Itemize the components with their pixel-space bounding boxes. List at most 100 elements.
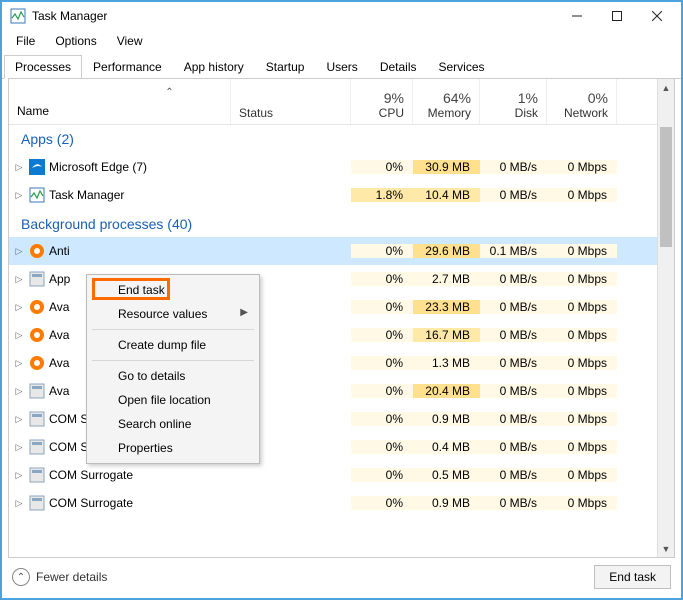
group-header: Background processes (40) — [13, 210, 198, 238]
window-title: Task Manager — [32, 9, 557, 23]
cpu-cell: 0% — [351, 496, 413, 510]
expander-icon[interactable]: ▷ — [13, 274, 25, 285]
process-icon — [29, 495, 45, 511]
network-cell: 0 Mbps — [547, 412, 617, 426]
tab-processes[interactable]: Processes — [4, 55, 82, 79]
menu-file[interactable]: File — [6, 32, 45, 50]
minimize-button[interactable] — [557, 2, 597, 30]
network-cell: 0 Mbps — [547, 188, 617, 202]
process-icon — [29, 411, 45, 427]
tab-app-history[interactable]: App history — [173, 55, 255, 79]
memory-cell: 20.4 MB — [413, 384, 480, 398]
network-cell: 0 Mbps — [547, 328, 617, 342]
expander-icon[interactable]: ▷ — [13, 358, 25, 369]
network-cell: 0 Mbps — [547, 440, 617, 454]
chevron-right-icon: ▶ — [240, 307, 248, 318]
column-memory[interactable]: 64% Memory — [413, 79, 480, 124]
cpu-cell: 0% — [351, 328, 413, 342]
close-button[interactable] — [637, 2, 677, 30]
process-row[interactable]: ▷COM Surrogate0%0.5 MB0 MB/s0 Mbps — [9, 461, 657, 489]
ctx-separator — [92, 329, 254, 330]
network-cell: 0 Mbps — [547, 356, 617, 370]
disk-cell: 0 MB/s — [480, 440, 547, 454]
process-name: App — [49, 272, 70, 286]
ctx-open-location[interactable]: Open file location — [90, 388, 256, 412]
column-network[interactable]: 0% Network — [547, 79, 617, 124]
process-icon — [29, 299, 45, 315]
expander-icon[interactable]: ▷ — [13, 414, 25, 425]
cpu-cell: 0% — [351, 440, 413, 454]
column-status[interactable]: Status — [231, 79, 351, 124]
process-row[interactable]: ▷Microsoft Edge (7)0%30.9 MB0 MB/s0 Mbps — [9, 153, 657, 181]
process-icon — [29, 159, 45, 175]
menubar: File Options View — [2, 30, 681, 52]
cpu-cell: 0% — [351, 272, 413, 286]
cpu-cell: 0% — [351, 384, 413, 398]
disk-cell: 0 MB/s — [480, 496, 547, 510]
memory-cell: 1.3 MB — [413, 356, 480, 370]
column-name[interactable]: ⌃ Name — [9, 79, 231, 124]
ctx-properties[interactable]: Properties — [90, 436, 256, 460]
menu-options[interactable]: Options — [45, 32, 106, 50]
cpu-cell: 0% — [351, 468, 413, 482]
column-cpu[interactable]: 9% CPU — [351, 79, 413, 124]
disk-cell: 0 MB/s — [480, 300, 547, 314]
cpu-cell: 1.8% — [351, 188, 413, 202]
tab-performance[interactable]: Performance — [82, 55, 173, 79]
network-cell: 0 Mbps — [547, 468, 617, 482]
process-icon — [29, 187, 45, 203]
process-row[interactable]: ▷Task Manager1.8%10.4 MB0 MB/s0 Mbps — [9, 181, 657, 209]
footer: ⌃ Fewer details End task — [8, 562, 675, 592]
memory-cell: 29.6 MB — [413, 244, 480, 258]
expander-icon[interactable]: ▷ — [13, 470, 25, 481]
process-row[interactable]: ▷COM Surrogate0%0.9 MB0 MB/s0 Mbps — [9, 489, 657, 517]
ctx-end-task[interactable]: End task — [90, 278, 256, 302]
expander-icon[interactable]: ▷ — [13, 246, 25, 257]
process-name: Ava — [49, 300, 69, 314]
expander-icon[interactable]: ▷ — [13, 386, 25, 397]
ctx-resource-values[interactable]: Resource values ▶ — [90, 302, 256, 326]
memory-cell: 16.7 MB — [413, 328, 480, 342]
process-icon — [29, 467, 45, 483]
memory-cell: 0.9 MB — [413, 496, 480, 510]
disk-cell: 0 MB/s — [480, 356, 547, 370]
end-task-button[interactable]: End task — [594, 565, 671, 589]
process-name: Microsoft Edge (7) — [49, 160, 147, 174]
process-icon — [29, 439, 45, 455]
expander-icon[interactable]: ▷ — [13, 330, 25, 341]
tab-services[interactable]: Services — [428, 55, 496, 79]
chevron-up-icon: ⌃ — [12, 568, 30, 586]
menu-view[interactable]: View — [107, 32, 153, 50]
tab-details[interactable]: Details — [369, 55, 428, 79]
column-disk[interactable]: 1% Disk — [480, 79, 547, 124]
memory-cell: 23.3 MB — [413, 300, 480, 314]
expander-icon[interactable]: ▷ — [13, 302, 25, 313]
fewer-details-button[interactable]: ⌃ Fewer details — [8, 568, 107, 586]
expander-icon[interactable]: ▷ — [13, 498, 25, 509]
tab-users[interactable]: Users — [315, 55, 368, 79]
expander-icon[interactable]: ▷ — [13, 190, 25, 201]
maximize-button[interactable] — [597, 2, 637, 30]
vertical-scrollbar[interactable]: ▲ ▼ — [657, 79, 674, 557]
process-name: Anti — [49, 244, 70, 258]
process-name: COM Surrogate — [49, 496, 133, 510]
process-icon — [29, 383, 45, 399]
memory-cell: 10.4 MB — [413, 188, 480, 202]
scroll-down-icon[interactable]: ▼ — [658, 540, 674, 557]
expander-icon[interactable]: ▷ — [13, 442, 25, 453]
scroll-up-icon[interactable]: ▲ — [658, 79, 674, 96]
ctx-create-dump[interactable]: Create dump file — [90, 333, 256, 357]
cpu-cell: 0% — [351, 412, 413, 426]
disk-cell: 0 MB/s — [480, 328, 547, 342]
ctx-search-online[interactable]: Search online — [90, 412, 256, 436]
ctx-go-details[interactable]: Go to details — [90, 364, 256, 388]
process-row[interactable]: ▷Anti0%29.6 MB0.1 MB/s0 Mbps — [9, 237, 657, 265]
process-name: Task Manager — [49, 188, 124, 202]
disk-cell: 0.1 MB/s — [480, 244, 547, 258]
expander-icon[interactable]: ▷ — [13, 162, 25, 173]
cpu-cell: 0% — [351, 300, 413, 314]
tab-startup[interactable]: Startup — [255, 55, 316, 79]
column-headers: ⌃ Name Status 9% CPU 64% Memory 1% Disk … — [9, 79, 657, 125]
disk-cell: 0 MB/s — [480, 412, 547, 426]
scroll-thumb[interactable] — [660, 127, 672, 247]
